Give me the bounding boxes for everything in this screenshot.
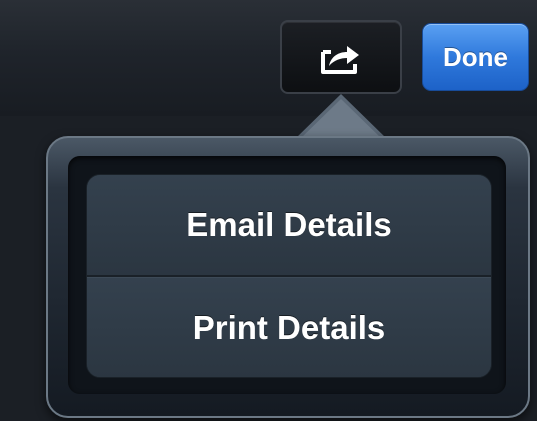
- share-icon: [319, 38, 363, 76]
- done-button-label: Done: [443, 41, 508, 72]
- share-popover: Email Details Print Details: [46, 136, 530, 418]
- share-menu: Email Details Print Details: [86, 174, 492, 378]
- popover-content: Email Details Print Details: [68, 156, 506, 394]
- menu-item-label: Email Details: [186, 206, 392, 243]
- app-screen: Done Email Details Print Details: [0, 0, 537, 421]
- menu-item-label: Print Details: [192, 309, 386, 346]
- navigation-bar: Done: [0, 0, 537, 117]
- done-button[interactable]: Done: [422, 23, 529, 91]
- popover-arrow-highlight: [300, 99, 382, 139]
- email-details-button[interactable]: Email Details: [87, 175, 491, 275]
- print-details-button[interactable]: Print Details: [87, 278, 491, 377]
- share-button[interactable]: [280, 20, 402, 94]
